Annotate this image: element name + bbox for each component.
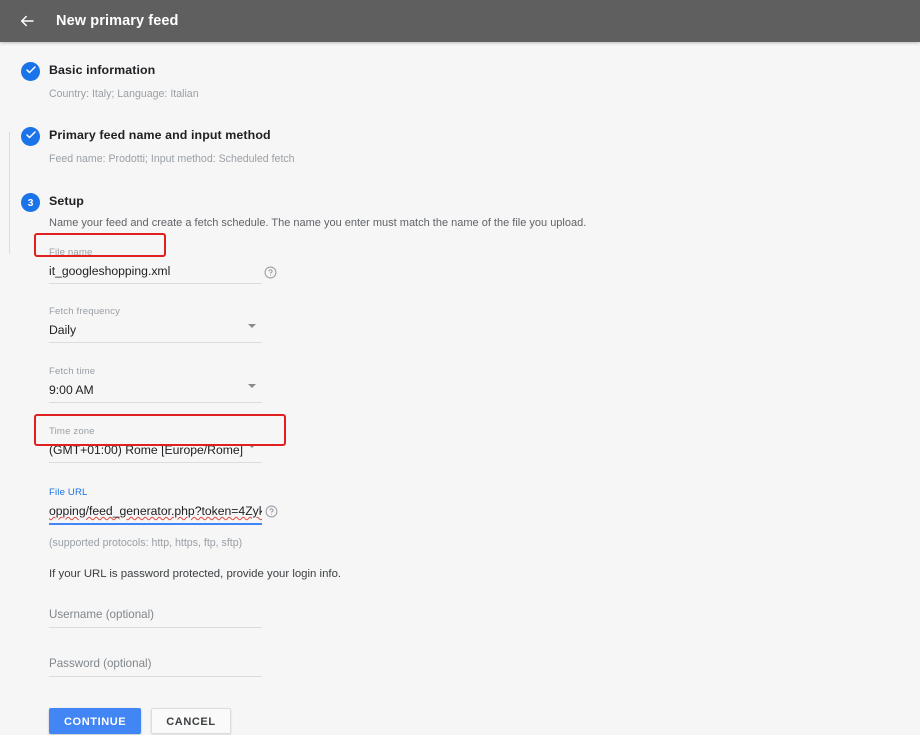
fetch-frequency-label: Fetch frequency [49,306,121,317]
step-title: Setup [49,194,84,208]
time-zone-underline [49,462,262,463]
setup-form: File name it_googleshopping.xml Fetch fr… [49,247,920,734]
content-area: Basic information Country: Italy; Langua… [0,42,920,734]
fetch-frequency-value[interactable]: Daily [49,321,262,342]
stepper: Basic information Country: Italy; Langua… [0,60,920,734]
step-number-marker: 3 [21,193,40,212]
password-field[interactable]: Password (optional) [49,654,262,677]
arrow-left-icon [18,12,36,30]
fetch-time-value[interactable]: 9:00 AM [49,381,262,402]
chevron-down-icon[interactable] [248,444,256,448]
step-setup: 3 Setup Name your feed and create a fetc… [21,191,920,734]
check-icon [25,128,37,146]
file-name-field[interactable]: File name it_googleshopping.xml [49,247,277,284]
fetch-frequency-underline [49,342,262,343]
file-url-input[interactable]: opping/feed_generator.php?token=4Zyk&lan… [49,502,262,523]
help-circle-icon[interactable] [265,505,278,518]
file-name-label: File name [49,247,93,258]
form-actions: CONTINUE CANCEL [49,708,920,734]
cancel-button[interactable]: CANCEL [151,708,231,734]
supported-protocols-note: (supported protocols: http, https, ftp, … [49,537,243,549]
time-zone-value[interactable]: (GMT+01:00) Rome [Europe/Rome] [49,441,262,462]
fetch-time-underline [49,402,262,403]
step-complete-marker [21,127,40,146]
stepper-connector-line [9,132,10,254]
username-input[interactable]: Username (optional) [49,605,262,627]
file-url-underline [49,523,262,525]
fetch-time-label: Fetch time [49,366,96,377]
step-description: Name your feed and create a fetch schedu… [49,217,587,229]
file-name-input[interactable]: it_googleshopping.xml [49,262,262,283]
step-title: Primary feed name and input method [49,128,271,142]
continue-button[interactable]: CONTINUE [49,708,142,734]
step-summary: Feed name: Prodotti; Input method: Sched… [49,153,295,165]
step-summary: Country: Italy; Language: Italian [49,88,199,100]
chevron-down-icon[interactable] [248,384,256,388]
help-circle-icon[interactable] [264,266,277,279]
step-title: Basic information [49,63,156,77]
password-underline [49,676,262,677]
step-basic-information[interactable]: Basic information Country: Italy; Langua… [21,60,920,101]
chevron-down-icon[interactable] [248,324,256,328]
check-icon [25,63,37,81]
file-url-label: File URL [49,487,88,498]
step-complete-marker [21,62,40,81]
username-field[interactable]: Username (optional) [49,605,262,628]
file-name-underline [49,283,262,284]
time-zone-label: Time zone [49,426,95,437]
username-underline [49,627,262,628]
page-title: New primary feed [56,13,179,29]
step-primary-feed-name[interactable]: Primary feed name and input method Feed … [21,125,920,166]
fetch-time-field[interactable]: Fetch time 9:00 AM [49,366,262,403]
time-zone-field[interactable]: Time zone (GMT+01:00) Rome [Europe/Rome] [49,426,262,463]
password-input[interactable]: Password (optional) [49,654,262,676]
fetch-frequency-field[interactable]: Fetch frequency Daily [49,306,262,343]
file-url-field[interactable]: File URL opping/feed_generator.php?token… [49,487,278,525]
app-bar: New primary feed [0,0,920,42]
password-protected-note: If your URL is password protected, provi… [49,568,342,580]
back-button[interactable] [16,10,38,32]
